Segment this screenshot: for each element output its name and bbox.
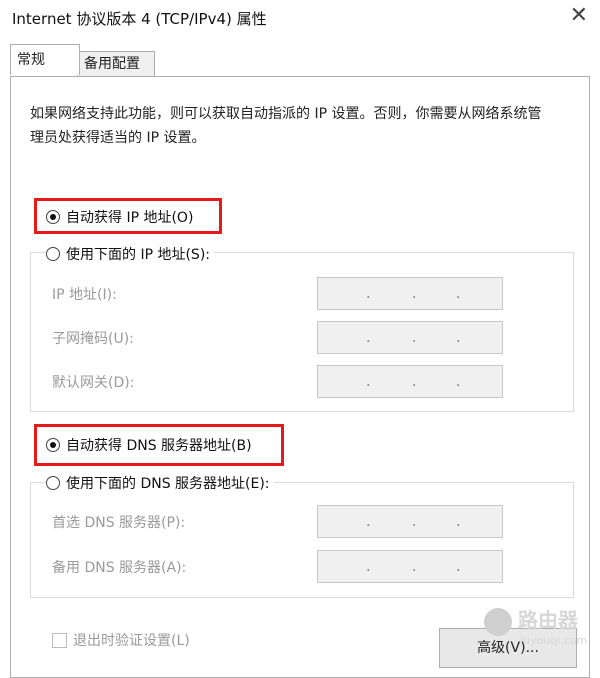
tab-general[interactable]: 常规 (10, 44, 80, 75)
preferred-dns-label: 首选 DNS 服务器(P): (52, 515, 186, 531)
tab-alternate-config[interactable]: 备用配置 (77, 51, 155, 76)
validate-on-exit-label: 退出时验证设置(L) (73, 633, 190, 649)
close-icon[interactable]: ✕ (570, 4, 588, 28)
default-gateway-label: 默认网关(D): (52, 375, 135, 391)
router-logo-icon (484, 608, 512, 636)
watermark: 路由器 luyouqi.com (484, 604, 596, 662)
dns-manual-radio-row[interactable]: 使用下面的 DNS 服务器地址(E): (46, 473, 274, 493)
title-bar: Internet 协议版本 4 (TCP/IPv4) 属性 ✕ (0, 0, 600, 36)
watermark-url: luyouqi.com (520, 634, 588, 647)
ip-address-input[interactable]: ... (317, 277, 503, 310)
subnet-mask-label: 子网掩码(U): (52, 331, 134, 347)
ip-auto-radio[interactable] (46, 210, 60, 224)
dns-auto-label: 自动获得 DNS 服务器地址(B) (66, 438, 252, 454)
validate-on-exit-row[interactable]: 退出时验证设置(L) (52, 630, 190, 650)
ip-manual-radio-row[interactable]: 使用下面的 IP 地址(S): (46, 244, 214, 264)
ip-auto-radio-row[interactable]: 自动获得 IP 地址(O) (46, 207, 193, 227)
ip-manual-label: 使用下面的 IP 地址(S): (66, 247, 210, 263)
dns-auto-radio-row[interactable]: 自动获得 DNS 服务器地址(B) (46, 435, 252, 455)
window-title: Internet 协议版本 4 (TCP/IPv4) 属性 (12, 10, 267, 28)
ip-auto-label: 自动获得 IP 地址(O) (66, 210, 194, 226)
dns-manual-radio[interactable] (46, 476, 60, 490)
ip-address-label: IP 地址(I): (52, 287, 117, 303)
alternate-dns-input[interactable]: ... (317, 550, 503, 583)
dns-auto-radio[interactable] (46, 438, 60, 452)
dns-manual-label: 使用下面的 DNS 服务器地址(E): (66, 476, 270, 492)
preferred-dns-input[interactable]: ... (317, 505, 503, 538)
subnet-mask-input[interactable]: ... (317, 321, 503, 354)
ip-manual-radio[interactable] (46, 247, 60, 261)
watermark-text: 路由器 (518, 608, 578, 632)
description-text: 如果网络支持此功能，则可以获取自动指派的 IP 设置。否则，你需要从网络系统管理… (30, 106, 542, 146)
alternate-dns-label: 备用 DNS 服务器(A): (52, 560, 187, 576)
validate-on-exit-checkbox[interactable] (52, 632, 67, 648)
default-gateway-input[interactable]: ... (317, 365, 503, 398)
